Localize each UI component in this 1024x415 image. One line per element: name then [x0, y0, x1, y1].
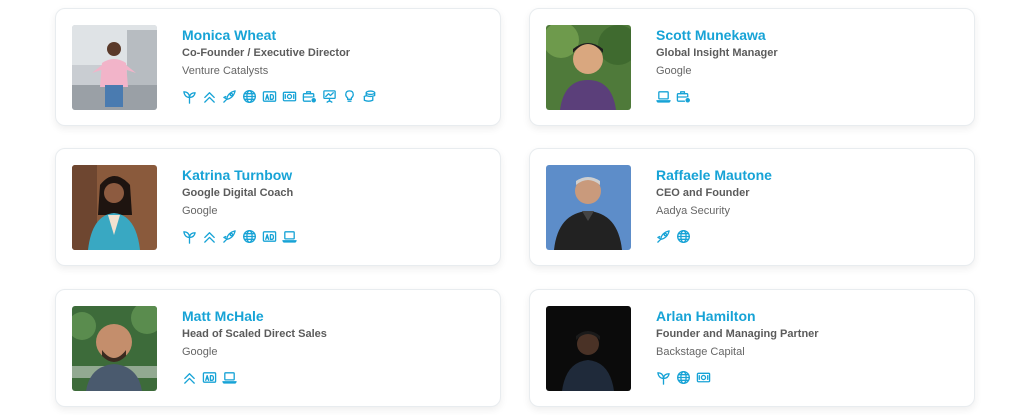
speaker-grid: Monica Wheat Co-Founder / Executive Dire…	[0, 0, 1024, 415]
globe-icon[interactable]	[676, 229, 691, 244]
chevrons-up-icon[interactable]	[182, 370, 197, 385]
rocket-icon[interactable]	[222, 229, 237, 244]
speaker-card[interactable]: Raffaele Mautone CEO and Founder Aadya S…	[529, 148, 975, 266]
speaker-photo	[72, 306, 157, 391]
speaker-photo	[546, 165, 631, 250]
topic-icons	[182, 369, 488, 385]
rocket-icon[interactable]	[656, 229, 671, 244]
speaker-name[interactable]: Arlan Hamilton	[656, 307, 962, 325]
speaker-company: Aadya Security	[656, 205, 730, 217]
speaker-photo	[546, 25, 631, 110]
speaker-title: Head of Scaled Direct Sales	[182, 328, 327, 340]
speaker-card[interactable]: Monica Wheat Co-Founder / Executive Dire…	[55, 8, 501, 126]
money-icon[interactable]	[282, 89, 297, 104]
briefcase-icon[interactable]	[302, 89, 317, 104]
speaker-company: Google	[656, 65, 692, 77]
lightbulb-icon[interactable]	[342, 89, 357, 104]
topic-icons	[656, 88, 962, 104]
money-icon[interactable]	[696, 370, 711, 385]
speaker-name[interactable]: Raffaele Mautone	[656, 166, 962, 184]
speaker-company: Venture Catalysts	[182, 65, 269, 77]
speaker-title: Google Digital Coach	[182, 187, 294, 199]
topic-icons	[182, 228, 488, 244]
speaker-card[interactable]: Katrina Turnbow Google Digital Coach Goo…	[55, 148, 501, 266]
speaker-title: CEO and Founder	[656, 187, 750, 199]
topic-icons	[182, 88, 488, 104]
speaker-title: Founder and Managing Partner	[656, 328, 819, 340]
speaker-card[interactable]: Arlan Hamilton Founder and Managing Part…	[529, 289, 975, 407]
sprout-icon[interactable]	[656, 370, 671, 385]
speaker-name[interactable]: Scott Munekawa	[656, 26, 962, 44]
speaker-name[interactable]: Matt McHale	[182, 307, 488, 325]
presentation-icon[interactable]	[322, 89, 337, 104]
globe-icon[interactable]	[676, 370, 691, 385]
ad-icon[interactable]	[202, 370, 217, 385]
speaker-company: Google	[182, 346, 218, 358]
speaker-card[interactable]: Matt McHale Head of Scaled Direct Sales …	[55, 289, 501, 407]
globe-icon[interactable]	[242, 89, 257, 104]
chevrons-up-icon[interactable]	[202, 229, 217, 244]
speaker-photo	[546, 306, 631, 391]
ad-icon[interactable]	[262, 89, 277, 104]
speaker-title: Co-Founder / Executive Director	[182, 47, 351, 59]
laptop-icon[interactable]	[222, 370, 237, 385]
laptop-icon[interactable]	[282, 229, 297, 244]
speaker-title: Global Insight Manager	[656, 47, 778, 59]
speaker-name[interactable]: Katrina Turnbow	[182, 166, 488, 184]
rocket-icon[interactable]	[222, 89, 237, 104]
topic-icons	[656, 228, 962, 244]
coins-icon[interactable]	[362, 89, 377, 104]
globe-icon[interactable]	[242, 229, 257, 244]
laptop-icon[interactable]	[656, 89, 671, 104]
briefcase-icon[interactable]	[676, 89, 691, 104]
speaker-photo	[72, 25, 157, 110]
sprout-icon[interactable]	[182, 229, 197, 244]
ad-icon[interactable]	[262, 229, 277, 244]
topic-icons	[656, 369, 962, 385]
sprout-icon[interactable]	[182, 89, 197, 104]
speaker-card[interactable]: Scott Munekawa Global Insight Manager Go…	[529, 8, 975, 126]
speaker-company: Backstage Capital	[656, 346, 745, 358]
speaker-name[interactable]: Monica Wheat	[182, 26, 488, 44]
speaker-photo	[72, 165, 157, 250]
chevrons-up-icon[interactable]	[202, 89, 217, 104]
speaker-company: Google	[182, 205, 218, 217]
